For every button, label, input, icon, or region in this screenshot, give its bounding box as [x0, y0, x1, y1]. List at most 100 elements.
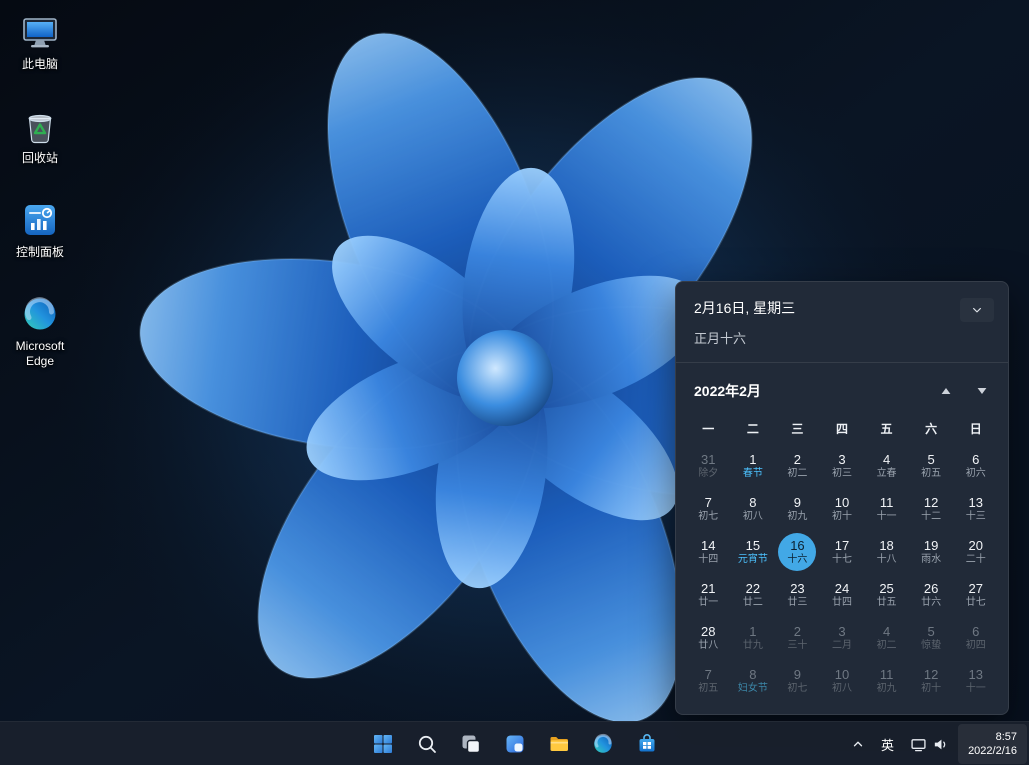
calendar-day-cell[interactable]: 19雨水: [909, 530, 954, 573]
weekday-label: 四: [820, 414, 865, 444]
calendar-day-cell[interactable]: 8初八: [731, 487, 776, 530]
caret-up-icon: [941, 387, 951, 395]
ime-language-indicator[interactable]: 英: [874, 724, 901, 764]
control-panel-icon: [20, 200, 60, 240]
file-explorer-button[interactable]: [539, 724, 579, 764]
calendar-day-cell[interactable]: 28廿八: [686, 616, 731, 659]
calendar-day-cell[interactable]: 25廿五: [864, 573, 909, 616]
calendar-next-month-button[interactable]: [964, 378, 1000, 404]
day-number: 4: [883, 452, 890, 468]
day-number: 2: [794, 452, 801, 468]
day-number: 12: [924, 495, 938, 511]
calendar-day-cell[interactable]: 1廿九: [731, 616, 776, 659]
calendar-header: 2月16日, 星期三 正月十六: [676, 282, 1008, 363]
day-number: 18: [879, 538, 893, 554]
lunar-label: 十二: [921, 511, 941, 523]
clock[interactable]: 8:57 2022/2/16: [958, 724, 1027, 764]
calendar-grid: 31除夕1春节2初二3初三4立春5初五6初六7初七8初八9初九10初十11十一1…: [676, 444, 1008, 714]
lunar-label: 初九: [877, 683, 897, 695]
calendar-day-cell[interactable]: 5惊蛰: [909, 616, 954, 659]
lunar-label: 初八: [832, 683, 852, 695]
calendar-day-cell[interactable]: 10初八: [820, 659, 865, 702]
day-number: 22: [746, 581, 760, 597]
start-button[interactable]: [363, 724, 403, 764]
lunar-label: 廿七: [966, 597, 986, 609]
calendar-day-cell[interactable]: 6初六: [953, 444, 998, 487]
calendar-day-cell[interactable]: 13十三: [953, 487, 998, 530]
calendar-day-cell[interactable]: 3二月: [820, 616, 865, 659]
calendar-weekdays: 一二三四五六日: [676, 414, 1008, 444]
calendar-day-cell[interactable]: 31除夕: [686, 444, 731, 487]
calendar-day-cell[interactable]: 15元宵节: [731, 530, 776, 573]
calendar-day-cell[interactable]: 24廿四: [820, 573, 865, 616]
day-number: 6: [972, 624, 979, 640]
calendar-day-cell[interactable]: 5初五: [909, 444, 954, 487]
calendar-month-label: 2022年2月: [694, 381, 761, 401]
calendar-day-cell[interactable]: 12十二: [909, 487, 954, 530]
lunar-label: 初七: [787, 683, 807, 695]
calendar-day-cell[interactable]: 1春节: [731, 444, 776, 487]
calendar-day-cell[interactable]: 21廿一: [686, 573, 731, 616]
lunar-label: 十一: [966, 683, 986, 695]
desktop-icon-recycle-bin[interactable]: 回收站: [2, 102, 78, 170]
day-number: 20: [968, 538, 982, 554]
search-button[interactable]: [407, 724, 447, 764]
chevron-up-icon: [851, 737, 865, 751]
desktop-icon-this-pc[interactable]: 此电脑: [2, 8, 78, 76]
weekday-label: 三: [775, 414, 820, 444]
calendar-lunar-header: 正月十六: [694, 328, 795, 347]
calendar-day-cell[interactable]: 12初十: [909, 659, 954, 702]
desktop-icon-edge[interactable]: Microsoft Edge: [2, 290, 78, 373]
calendar-day-cell[interactable]: 7初五: [686, 659, 731, 702]
calendar-day-cell[interactable]: 4初二: [864, 616, 909, 659]
calendar-day-cell[interactable]: 10初十: [820, 487, 865, 530]
widgets-button[interactable]: [495, 724, 535, 764]
calendar-day-cell[interactable]: 14十四: [686, 530, 731, 573]
calendar-day-cell[interactable]: 6初四: [953, 616, 998, 659]
calendar-day-cell[interactable]: 8妇女节: [731, 659, 776, 702]
calendar-day-cell-selected[interactable]: 16十六: [775, 530, 820, 573]
lunar-label: 三十: [787, 640, 807, 652]
store-icon: [636, 733, 658, 755]
calendar-day-cell[interactable]: 20二十: [953, 530, 998, 573]
lunar-label: 初五: [921, 468, 941, 480]
calendar-day-cell[interactable]: 17十七: [820, 530, 865, 573]
calendar-day-cell[interactable]: 23廿三: [775, 573, 820, 616]
calendar-day-cell[interactable]: 2三十: [775, 616, 820, 659]
taskbar: 英 8:57 2022/2/16: [0, 721, 1029, 765]
lunar-label: 雨水: [921, 554, 941, 566]
lunar-label: 廿一: [698, 597, 718, 609]
day-number: 13: [968, 495, 982, 511]
lunar-label: 廿九: [743, 640, 763, 652]
lunar-label: 十八: [877, 554, 897, 566]
calendar-day-cell[interactable]: 22廿二: [731, 573, 776, 616]
task-view-button[interactable]: [451, 724, 491, 764]
lunar-label: 春节: [743, 468, 763, 480]
calendar-day-cell[interactable]: 7初七: [686, 487, 731, 530]
lunar-label: 十四: [698, 554, 718, 566]
calendar-day-cell[interactable]: 13十一: [953, 659, 998, 702]
tray-overflow-button[interactable]: [844, 724, 872, 764]
calendar-day-cell[interactable]: 27廿七: [953, 573, 998, 616]
day-number: 16: [790, 538, 804, 554]
calendar-day-cell[interactable]: 9初七: [775, 659, 820, 702]
calendar-day-cell[interactable]: 2初二: [775, 444, 820, 487]
calendar-day-cell[interactable]: 11初九: [864, 659, 909, 702]
day-number: 8: [749, 495, 756, 511]
weekday-label: 一: [686, 414, 731, 444]
store-button[interactable]: [627, 724, 667, 764]
calendar-day-cell[interactable]: 3初三: [820, 444, 865, 487]
day-number: 8: [749, 667, 756, 683]
calendar-day-cell[interactable]: 4立春: [864, 444, 909, 487]
lunar-label: 二十: [966, 554, 986, 566]
calendar-day-cell[interactable]: 18十八: [864, 530, 909, 573]
calendar-prev-month-button[interactable]: [928, 378, 964, 404]
network-volume-button[interactable]: [903, 724, 956, 764]
calendar-collapse-button[interactable]: [960, 298, 994, 322]
edge-button[interactable]: [583, 724, 623, 764]
day-number: 25: [879, 581, 893, 597]
calendar-day-cell[interactable]: 9初九: [775, 487, 820, 530]
calendar-day-cell[interactable]: 11十一: [864, 487, 909, 530]
desktop-icon-control-panel[interactable]: 控制面板: [2, 196, 78, 264]
calendar-day-cell[interactable]: 26廿六: [909, 573, 954, 616]
